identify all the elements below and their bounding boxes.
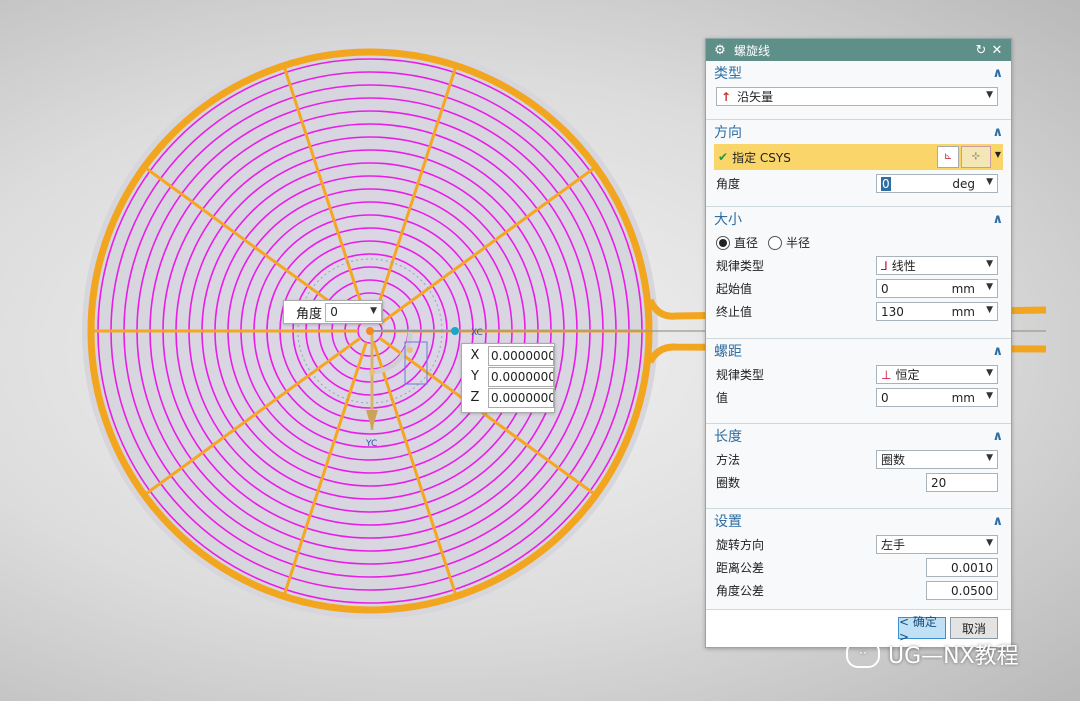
chevron-down-icon: ▼ — [986, 177, 993, 187]
size-law-type-select[interactable]: ⅃ 线性 ▼ — [876, 256, 998, 275]
length-section: 长度 ∧ 方法 圈数 ▼ 圈数 20 — [706, 424, 1011, 509]
collapse-icon: ∧ — [992, 65, 1003, 81]
angle-popup: 角度 0 ▼ — [283, 300, 383, 324]
specify-csys-row[interactable]: ✔ 指定 CSYS ⊾ ⊹ ▼ — [714, 144, 1003, 170]
chevron-down-icon: ▼ — [986, 538, 993, 548]
coord-row-x: X 0.0000000 — [462, 345, 554, 366]
distance-tolerance-input[interactable]: 0.0010 — [926, 558, 998, 577]
chevron-down-icon: ▼ — [986, 368, 993, 378]
pitch-value-input[interactable]: 0 mm ▼ — [876, 388, 998, 407]
angle-tolerance-input[interactable]: 0.0500 — [926, 581, 998, 600]
collapse-icon: ∧ — [992, 513, 1003, 529]
rotation-direction-select[interactable]: 左手 ▼ — [876, 535, 998, 554]
type-section: 类型 ∧ ↑ 沿矢量 ▼ — [706, 61, 1011, 120]
settings-section: 设置 ∧ 旋转方向 左手 ▼ 距离公差 0.0010 角度公差 0.0500 — [706, 509, 1011, 610]
coord-row-z: Z 0.0000000 — [462, 387, 554, 408]
chevron-down-icon: ▼ — [986, 305, 993, 315]
turns-input[interactable]: 20 — [926, 473, 998, 492]
chevron-down-icon: ▼ — [986, 259, 993, 269]
chevron-down-icon: ▼ — [370, 305, 377, 316]
settings-section-header[interactable]: 设置 ∧ — [706, 509, 1011, 533]
close-icon[interactable]: ✕ — [989, 43, 1005, 58]
watermark: ·· UG—NX教程 — [846, 638, 1019, 670]
angle-popup-label: 角度 — [296, 306, 323, 322]
length-method-select[interactable]: 圈数 ▼ — [876, 450, 998, 469]
reset-icon[interactable]: ↻ — [973, 43, 989, 58]
dialog-title: 螺旋线 — [734, 43, 771, 58]
type-select[interactable]: ↑ 沿矢量 ▼ — [716, 87, 998, 106]
collapse-icon: ∧ — [992, 211, 1003, 227]
pitch-section-header[interactable]: 螺距 ∧ — [706, 339, 1011, 363]
angle-popup-input[interactable]: 0 ▼ — [325, 302, 382, 322]
wechat-icon: ·· — [846, 640, 880, 668]
diameter-radio[interactable]: 直径 — [716, 234, 758, 251]
csys-dialog-icon[interactable]: ⊾ — [937, 146, 959, 168]
helix-dialog: ⚙ 螺旋线 ↻ ✕ 类型 ∧ ↑ 沿矢量 ▼ 方向 ∧ ✔ 指定 CSYS ⊾ … — [705, 38, 1012, 648]
size-section-header[interactable]: 大小 ∧ — [706, 207, 1011, 231]
radius-radio[interactable]: 半径 — [768, 234, 810, 251]
chevron-down-icon: ▼ — [986, 391, 993, 401]
length-section-header[interactable]: 长度 ∧ — [706, 424, 1011, 448]
check-icon: ✔ — [718, 150, 729, 164]
type-section-header[interactable]: 类型 ∧ — [706, 61, 1011, 85]
watermark-text: UG—NX教程 — [888, 644, 1019, 669]
dialog-titlebar: ⚙ 螺旋线 ↻ ✕ — [706, 39, 1011, 61]
direction-section: 方向 ∧ ✔ 指定 CSYS ⊾ ⊹ ▼ 角度 0 deg ▼ — [706, 120, 1011, 207]
angle-input[interactable]: 0 deg ▼ — [876, 174, 998, 193]
end-value-input[interactable]: 130 mm ▼ — [876, 302, 998, 321]
collapse-icon: ∧ — [992, 428, 1003, 444]
direction-section-header[interactable]: 方向 ∧ — [706, 120, 1011, 144]
linear-law-icon: ⅃ — [881, 258, 888, 273]
coord-z-input[interactable]: 0.0000000 — [488, 387, 554, 408]
collapse-icon: ∧ — [992, 343, 1003, 359]
gear-icon[interactable]: ⚙ — [712, 43, 728, 58]
vector-icon: ↑ — [721, 89, 732, 104]
coord-row-y: Y 0.0000000 — [462, 366, 554, 387]
coord-x-input[interactable]: 0.0000000 — [488, 345, 554, 366]
collapse-icon: ∧ — [992, 124, 1003, 140]
ok-button[interactable]: < 确定 > — [898, 615, 946, 644]
pitch-section: 螺距 ∧ 规律类型 ⊥ 恒定 ▼ 值 0 mm ▼ — [706, 339, 1011, 424]
constant-law-icon: ⊥ — [881, 367, 892, 382]
chevron-down-icon: ▼ — [986, 90, 993, 100]
coordinate-popup: X 0.0000000 Y 0.0000000 Z 0.0000000 — [461, 343, 555, 413]
axis-label-x: XC — [471, 328, 483, 338]
pitch-law-type-select[interactable]: ⊥ 恒定 ▼ — [876, 365, 998, 384]
csys-inferred-icon[interactable]: ⊹ — [961, 146, 991, 168]
cancel-button[interactable]: 取消 — [950, 617, 998, 639]
chevron-down-icon: ▼ — [986, 453, 993, 463]
axis-label-y: YC — [365, 439, 377, 449]
start-value-input[interactable]: 0 mm ▼ — [876, 279, 998, 298]
chevron-down-icon[interactable]: ▼ — [995, 150, 1001, 159]
size-section: 大小 ∧ 直径 半径 规律类型 ⅃ 线性 ▼ 起始值 0 mm ▼ 终止值 13… — [706, 207, 1011, 339]
coord-y-input[interactable]: 0.0000000 — [488, 366, 554, 387]
chevron-down-icon: ▼ — [986, 282, 993, 292]
